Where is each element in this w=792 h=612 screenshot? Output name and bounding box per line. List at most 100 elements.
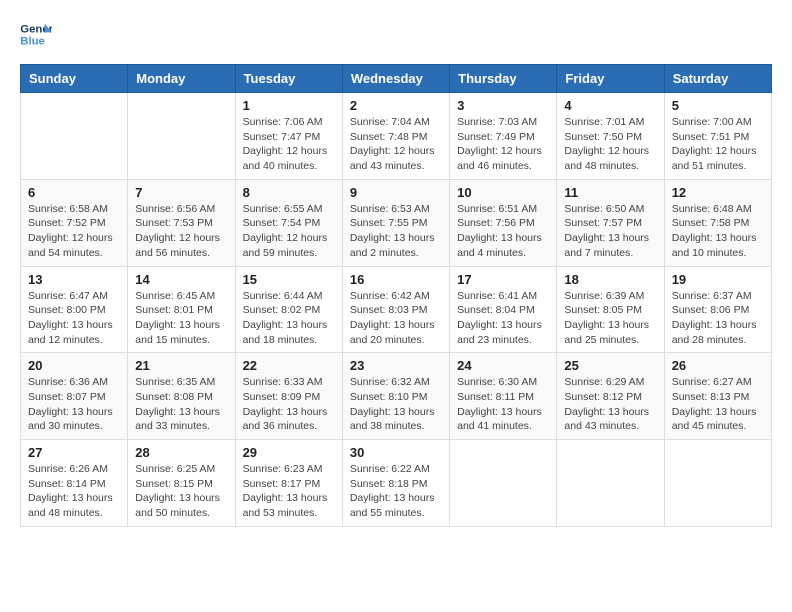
day-info: Sunrise: 6:30 AMSunset: 8:11 PMDaylight:… (457, 375, 549, 434)
day-number: 8 (243, 185, 335, 200)
week-row-3: 13 Sunrise: 6:47 AMSunset: 8:00 PMDayligh… (21, 266, 772, 353)
day-cell (21, 93, 128, 180)
day-cell: 21 Sunrise: 6:35 AMSunset: 8:08 PMDayligh… (128, 353, 235, 440)
weekday-header-friday: Friday (557, 65, 664, 93)
weekday-header-monday: Monday (128, 65, 235, 93)
day-cell: 30Sunrise: 6:22 AMSunset: 8:18 PMDayligh… (342, 440, 449, 527)
day-cell: 20 Sunrise: 6:36 AMSunset: 8:07 PMDayligh… (21, 353, 128, 440)
day-info: Sunrise: 6:47 AMSunset: 8:00 PMDaylight:… (28, 289, 120, 348)
day-cell: 8 Sunrise: 6:55 AMSunset: 7:54 PMDaylight… (235, 179, 342, 266)
day-info: Sunrise: 6:50 AMSunset: 7:57 PMDaylight:… (564, 202, 656, 261)
weekday-header-sunday: Sunday (21, 65, 128, 93)
day-info: Sunrise: 6:39 AMSunset: 8:05 PMDaylight:… (564, 289, 656, 348)
day-number: 25 (564, 358, 656, 373)
day-number: 2 (350, 98, 442, 113)
day-cell: 9Sunrise: 6:53 AMSunset: 7:55 PMDaylight… (342, 179, 449, 266)
day-number: 20 (28, 358, 120, 373)
day-cell: 22 Sunrise: 6:33 AMSunset: 8:09 PMDayligh… (235, 353, 342, 440)
weekday-header-tuesday: Tuesday (235, 65, 342, 93)
day-info: Sunrise: 6:56 AMSunset: 7:53 PMDaylight:… (135, 202, 227, 261)
day-number: 19 (672, 272, 764, 287)
day-info: Sunrise: 6:23 AMSunset: 8:17 PMDaylight:… (243, 462, 335, 521)
day-cell: 16 Sunrise: 6:42 AMSunset: 8:03 PMDayligh… (342, 266, 449, 353)
day-cell: 3 Sunrise: 7:03 AMSunset: 7:49 PMDaylight… (450, 93, 557, 180)
weekday-header-wednesday: Wednesday (342, 65, 449, 93)
day-info: Sunrise: 6:58 AMSunset: 7:52 PMDaylight:… (28, 202, 120, 261)
day-cell: 15 Sunrise: 6:44 AMSunset: 8:02 PMDayligh… (235, 266, 342, 353)
day-cell: 7Sunrise: 6:56 AMSunset: 7:53 PMDaylight… (128, 179, 235, 266)
day-number: 11 (564, 185, 656, 200)
weekday-header-thursday: Thursday (450, 65, 557, 93)
day-cell: 29 Sunrise: 6:23 AMSunset: 8:17 PMDayligh… (235, 440, 342, 527)
day-info: Sunrise: 6:45 AMSunset: 8:01 PMDaylight:… (135, 289, 227, 348)
day-number: 5 (672, 98, 764, 113)
day-number: 15 (243, 272, 335, 287)
day-number: 29 (243, 445, 335, 460)
day-number: 17 (457, 272, 549, 287)
day-number: 12 (672, 185, 764, 200)
day-cell: 11 Sunrise: 6:50 AMSunset: 7:57 PMDayligh… (557, 179, 664, 266)
day-info: Sunrise: 7:00 AMSunset: 7:51 PMDaylight:… (672, 115, 764, 174)
day-info: Sunrise: 7:01 AMSunset: 7:50 PMDaylight:… (564, 115, 656, 174)
day-cell: 25Sunrise: 6:29 AMSunset: 8:12 PMDayligh… (557, 353, 664, 440)
day-number: 16 (350, 272, 442, 287)
calendar: SundayMondayTuesdayWednesdayThursdayFrid… (20, 64, 772, 527)
day-info: Sunrise: 6:51 AMSunset: 7:56 PMDaylight:… (457, 202, 549, 261)
day-info: Sunrise: 6:27 AMSunset: 8:13 PMDaylight:… (672, 375, 764, 434)
day-number: 14 (135, 272, 227, 287)
day-number: 27 (28, 445, 120, 460)
logo-icon: General Blue (20, 20, 52, 48)
day-info: Sunrise: 6:32 AMSunset: 8:10 PMDaylight:… (350, 375, 442, 434)
day-cell: 19 Sunrise: 6:37 AMSunset: 8:06 PMDayligh… (664, 266, 771, 353)
week-row-2: 6 Sunrise: 6:58 AMSunset: 7:52 PMDaylight… (21, 179, 772, 266)
day-info: Sunrise: 6:35 AMSunset: 8:08 PMDaylight:… (135, 375, 227, 434)
day-info: Sunrise: 6:36 AMSunset: 8:07 PMDaylight:… (28, 375, 120, 434)
day-number: 24 (457, 358, 549, 373)
day-info: Sunrise: 7:04 AMSunset: 7:48 PMDaylight:… (350, 115, 442, 174)
day-cell: 13 Sunrise: 6:47 AMSunset: 8:00 PMDayligh… (21, 266, 128, 353)
day-cell (128, 93, 235, 180)
day-cell: 28Sunrise: 6:25 AMSunset: 8:15 PMDayligh… (128, 440, 235, 527)
day-info: Sunrise: 6:33 AMSunset: 8:09 PMDaylight:… (243, 375, 335, 434)
day-cell (664, 440, 771, 527)
day-number: 13 (28, 272, 120, 287)
day-number: 6 (28, 185, 120, 200)
day-cell: 26 Sunrise: 6:27 AMSunset: 8:13 PMDayligh… (664, 353, 771, 440)
day-number: 3 (457, 98, 549, 113)
day-info: Sunrise: 7:06 AMSunset: 7:47 PMDaylight:… (243, 115, 335, 174)
day-number: 22 (243, 358, 335, 373)
week-row-5: 27 Sunrise: 6:26 AMSunset: 8:14 PMDayligh… (21, 440, 772, 527)
day-number: 23 (350, 358, 442, 373)
week-row-4: 20 Sunrise: 6:36 AMSunset: 8:07 PMDayligh… (21, 353, 772, 440)
day-info: Sunrise: 6:55 AMSunset: 7:54 PMDaylight:… (243, 202, 335, 261)
day-cell: 12 Sunrise: 6:48 AMSunset: 7:58 PMDayligh… (664, 179, 771, 266)
day-info: Sunrise: 6:26 AMSunset: 8:14 PMDaylight:… (28, 462, 120, 521)
day-cell: 5 Sunrise: 7:00 AMSunset: 7:51 PMDaylight… (664, 93, 771, 180)
day-cell: 6 Sunrise: 6:58 AMSunset: 7:52 PMDaylight… (21, 179, 128, 266)
day-number: 21 (135, 358, 227, 373)
day-info: Sunrise: 6:44 AMSunset: 8:02 PMDaylight:… (243, 289, 335, 348)
day-cell: 27 Sunrise: 6:26 AMSunset: 8:14 PMDayligh… (21, 440, 128, 527)
weekday-header-saturday: Saturday (664, 65, 771, 93)
day-info: Sunrise: 6:42 AMSunset: 8:03 PMDaylight:… (350, 289, 442, 348)
day-info: Sunrise: 6:41 AMSunset: 8:04 PMDaylight:… (457, 289, 549, 348)
day-cell: 2 Sunrise: 7:04 AMSunset: 7:48 PMDaylight… (342, 93, 449, 180)
day-cell (557, 440, 664, 527)
day-number: 10 (457, 185, 549, 200)
logo: General Blue (20, 20, 56, 48)
page-header: General Blue (20, 20, 772, 48)
day-info: Sunrise: 6:53 AMSunset: 7:55 PMDaylight:… (350, 202, 442, 261)
day-info: Sunrise: 6:22 AMSunset: 8:18 PMDaylight:… (350, 462, 442, 521)
week-row-1: 1 Sunrise: 7:06 AMSunset: 7:47 PMDaylight… (21, 93, 772, 180)
day-cell: 23 Sunrise: 6:32 AMSunset: 8:10 PMDayligh… (342, 353, 449, 440)
day-number: 4 (564, 98, 656, 113)
day-info: Sunrise: 7:03 AMSunset: 7:49 PMDaylight:… (457, 115, 549, 174)
day-cell: 24 Sunrise: 6:30 AMSunset: 8:11 PMDayligh… (450, 353, 557, 440)
day-number: 1 (243, 98, 335, 113)
day-cell: 17 Sunrise: 6:41 AMSunset: 8:04 PMDayligh… (450, 266, 557, 353)
day-info: Sunrise: 6:48 AMSunset: 7:58 PMDaylight:… (672, 202, 764, 261)
day-number: 26 (672, 358, 764, 373)
day-cell (450, 440, 557, 527)
day-info: Sunrise: 6:37 AMSunset: 8:06 PMDaylight:… (672, 289, 764, 348)
day-info: Sunrise: 6:25 AMSunset: 8:15 PMDaylight:… (135, 462, 227, 521)
